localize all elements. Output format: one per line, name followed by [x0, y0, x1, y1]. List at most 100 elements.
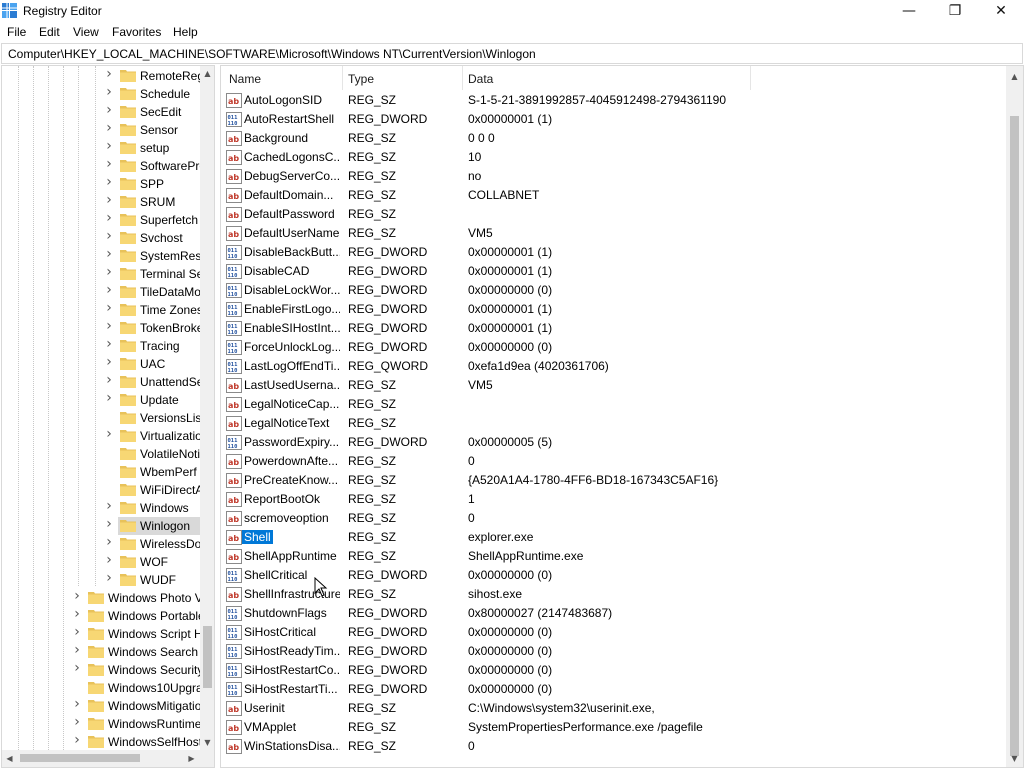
registry-value-row[interactable]: ab LegalNoticeText REG_SZ: [221, 414, 1005, 433]
tree-item[interactable]: › Windows Photo Viewer: [2, 588, 214, 607]
expand-chevron-icon[interactable]: ›: [72, 642, 82, 658]
expand-chevron-icon[interactable]: ›: [104, 498, 114, 514]
registry-value-row[interactable]: ab AutoLogonSID REG_SZ S-1-5-21-3891992857-…: [221, 91, 1005, 110]
registry-value-row[interactable]: ab Userinit REG_SZ C:\Windows\system32\user…: [221, 699, 1005, 718]
menu-file[interactable]: File: [7, 25, 26, 39]
registry-value-row[interactable]: ab LastUsedUserna... REG_SZ VM5: [221, 376, 1005, 395]
registry-value-row[interactable]: 011 110 SiHostRestartCo... REG_DWORD 0x00000…: [221, 661, 1005, 680]
registry-value-row[interactable]: ab DebugServerCo... REG_SZ no: [221, 167, 1005, 186]
tree-item[interactable]: › WindowsSelfHost: [2, 732, 202, 751]
registry-value-row[interactable]: 011 110 EnableFirstLogo... REG_DWORD 0x00000…: [221, 300, 1005, 319]
tree-item[interactable]: › SRUM: [2, 192, 202, 211]
scroll-up-arrow-icon[interactable]: ▲: [200, 69, 214, 78]
registry-value-row[interactable]: ab ReportBootOk REG_SZ 1: [221, 490, 1005, 509]
scroll-down-arrow-icon[interactable]: ▼: [1007, 754, 1022, 763]
key-tree-pane[interactable]: ›RemoteRegistry›Schedule›SecEdit›Sensor›…: [1, 65, 215, 768]
menu-edit[interactable]: Edit: [39, 25, 60, 39]
expand-chevron-icon[interactable]: ›: [104, 570, 114, 586]
values-vertical-scroll-thumb[interactable]: [1010, 116, 1019, 756]
expand-chevron-icon[interactable]: ›: [72, 624, 82, 640]
tree-item[interactable]: ›WirelessDocking: [2, 534, 214, 553]
tree-item[interactable]: › Windows Script Host: [2, 624, 214, 643]
expand-chevron-icon[interactable]: ›: [104, 156, 114, 172]
registry-value-row[interactable]: 011 110 DisableBackButt... REG_DWORD 0x00000…: [221, 243, 1005, 262]
tree-item[interactable]: › Windows Security Health: [2, 660, 214, 679]
expand-chevron-icon[interactable]: ›: [104, 210, 114, 226]
close-button[interactable]: ✕: [978, 0, 1024, 22]
registry-value-row[interactable]: ab DefaultDomain... REG_SZ COLLABNET: [221, 186, 1005, 205]
tree-item[interactable]: › Schedule: [2, 84, 202, 103]
tree-item[interactable]: › SystemRestore: [2, 246, 214, 265]
expand-chevron-icon[interactable]: ›: [104, 300, 114, 316]
tree-horizontal-scrollbar[interactable]: ◀ ▶: [2, 750, 214, 767]
column-divider[interactable]: [342, 66, 343, 90]
tree-item[interactable]: Windows10Upgrader: [2, 679, 214, 697]
expand-chevron-icon[interactable]: ›: [104, 84, 114, 100]
registry-value-row[interactable]: ab PreCreateKnow... REG_SZ {A520A1A4-1780-4…: [221, 471, 1005, 490]
scroll-up-arrow-icon[interactable]: ▲: [1007, 72, 1022, 81]
expand-chevron-icon[interactable]: ›: [72, 732, 82, 748]
tree-item[interactable]: › WUDF: [2, 570, 202, 589]
address-bar[interactable]: Computer\HKEY_LOCAL_MACHINE\SOFTWARE\Mic…: [1, 43, 1023, 64]
registry-value-row[interactable]: ab PowerdownAfte... REG_SZ 0: [221, 452, 1005, 471]
tree-item[interactable]: › SPP: [2, 174, 202, 193]
tree-item[interactable]: › TokenBroker: [2, 318, 207, 337]
registry-value-row[interactable]: 011 110 PasswordExpiry... REG_DWORD 0x000000…: [221, 433, 1005, 452]
registry-value-row[interactable]: 011 110 ForceUnlockLog... REG_DWORD 0x000000…: [221, 338, 1005, 357]
expand-chevron-icon[interactable]: ›: [104, 516, 114, 532]
expand-chevron-icon[interactable]: ›: [104, 174, 114, 190]
tree-item[interactable]: ›Terminal Server: [2, 264, 214, 283]
expand-chevron-icon[interactable]: ›: [104, 120, 114, 136]
registry-value-row[interactable]: ab Shell REG_SZ explorer.exe: [221, 528, 1005, 547]
tree-item[interactable]: › setup: [2, 138, 202, 157]
tree-item[interactable]: › Time Zones: [2, 300, 203, 319]
tree-item[interactable]: VolatileNotifications: [2, 445, 214, 463]
tree-item[interactable]: › SecEdit: [2, 102, 202, 121]
tree-vertical-scroll-thumb[interactable]: [203, 626, 212, 688]
registry-value-row[interactable]: ab ShellInfrastructure REG_SZ sihost.exe: [221, 585, 1005, 604]
tree-item[interactable]: ›SoftwareProtectionPlatform: [2, 156, 214, 175]
tree-item[interactable]: › Winlogon: [2, 516, 202, 535]
tree-item[interactable]: WbemPerf: [2, 463, 202, 481]
expand-chevron-icon[interactable]: ›: [104, 228, 114, 244]
registry-value-row[interactable]: 011 110 LastLogOffEndTi... REG_QWORD 0xefa1d…: [221, 357, 1005, 376]
expand-chevron-icon[interactable]: ›: [72, 606, 82, 622]
expand-chevron-icon[interactable]: ›: [104, 552, 114, 568]
tree-item[interactable]: › Svchost: [2, 228, 202, 247]
registry-value-row[interactable]: ab DefaultPassword REG_SZ: [221, 205, 1005, 224]
registry-value-row[interactable]: 011 110 DisableLockWor... REG_DWORD 0x000000…: [221, 281, 1005, 300]
expand-chevron-icon[interactable]: ›: [104, 102, 114, 118]
registry-value-row[interactable]: ab scremoveoption REG_SZ 0: [221, 509, 1005, 528]
tree-item[interactable]: › Windows: [2, 498, 202, 517]
column-header-name[interactable]: Name: [229, 66, 261, 90]
registry-value-row[interactable]: ab WinStationsDisa... REG_SZ 0: [221, 737, 1005, 756]
tree-item[interactable]: › TileDataModel: [2, 282, 214, 301]
registry-value-row[interactable]: 011 110 SiHostReadyTim... REG_DWORD 0x000000…: [221, 642, 1005, 661]
tree-vertical-scrollbar[interactable]: ▲ ▼: [200, 66, 214, 750]
tree-item[interactable]: › WindowsRuntime: [2, 714, 202, 733]
menu-view[interactable]: View: [73, 25, 99, 39]
values-pane[interactable]: Name Type Data ab AutoLogonSID REG_SZ S-1-5…: [220, 65, 1024, 768]
expand-chevron-icon[interactable]: ›: [104, 390, 114, 406]
column-header-type[interactable]: Type: [348, 66, 374, 90]
expand-chevron-icon[interactable]: ›: [72, 588, 82, 604]
registry-value-row[interactable]: ab LegalNoticeCap... REG_SZ: [221, 395, 1005, 414]
registry-value-row[interactable]: ab Background REG_SZ 0 0 0: [221, 129, 1005, 148]
column-divider[interactable]: [462, 66, 463, 90]
expand-chevron-icon[interactable]: ›: [104, 318, 114, 334]
registry-value-row[interactable]: ab VMApplet REG_SZ SystemPropertiesPerforma…: [221, 718, 1005, 737]
maximize-button[interactable]: ❐: [932, 0, 978, 22]
tree-item[interactable]: › WOF: [2, 552, 202, 571]
expand-chevron-icon[interactable]: ›: [72, 660, 82, 676]
registry-value-row[interactable]: ab CachedLogonsC... REG_SZ 10: [221, 148, 1005, 167]
registry-value-row[interactable]: 011 110 AutoRestartShell REG_DWORD 0x0000000…: [221, 110, 1005, 129]
registry-value-row[interactable]: ab DefaultUserName REG_SZ VM5: [221, 224, 1005, 243]
registry-value-row[interactable]: 011 110 SiHostCritical REG_DWORD 0x00000000 …: [221, 623, 1005, 642]
tree-item[interactable]: › Superfetch: [2, 210, 202, 229]
tree-item[interactable]: › Windows Portable Devices: [2, 606, 214, 625]
menu-help[interactable]: Help: [173, 25, 198, 39]
expand-chevron-icon[interactable]: ›: [72, 714, 82, 730]
expand-chevron-icon[interactable]: ›: [104, 192, 114, 208]
tree-item[interactable]: › Update: [2, 390, 202, 409]
registry-value-row[interactable]: 011 110 ShellCritical REG_DWORD 0x00000000 (…: [221, 566, 1005, 585]
